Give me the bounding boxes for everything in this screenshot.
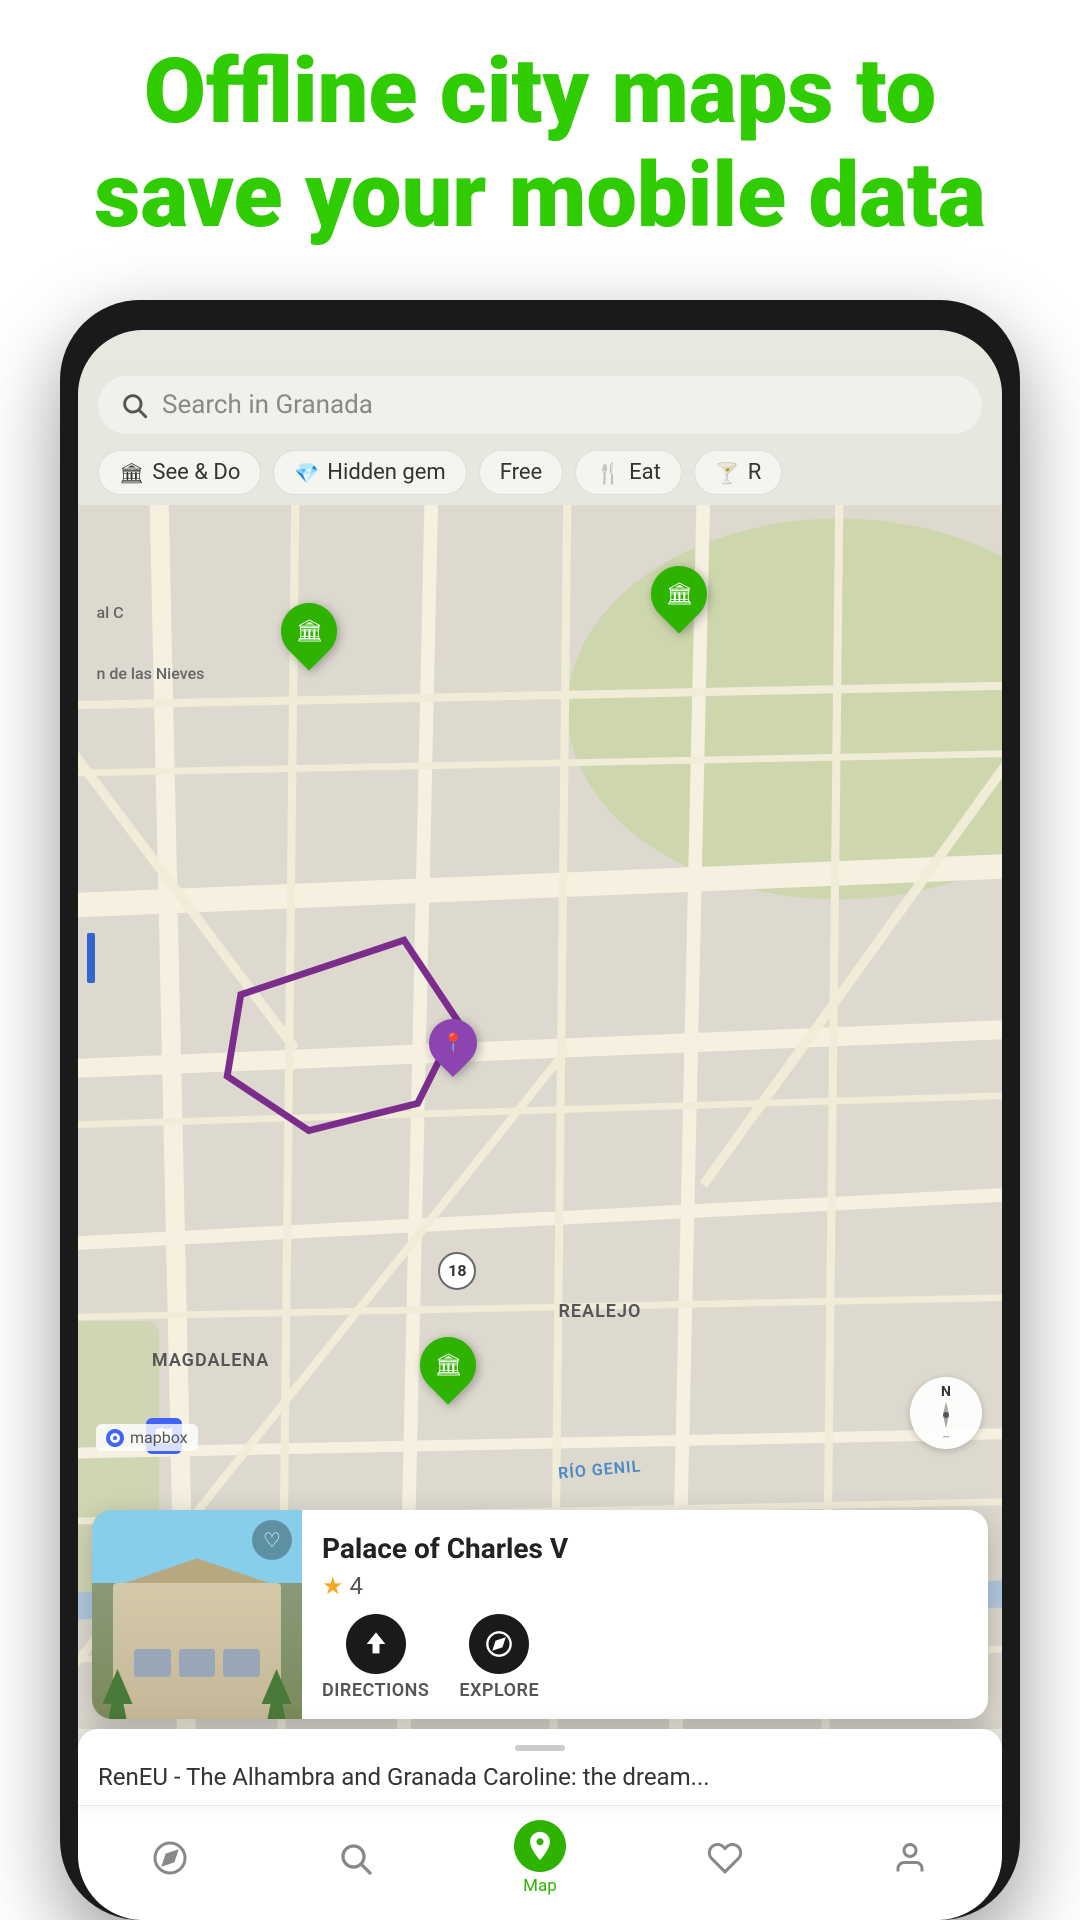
status-bar [78,330,1002,366]
map-pin-2[interactable]: 🏛 [651,566,707,622]
directions-button[interactable]: DIRECTIONS [322,1614,429,1701]
bottom-sheet[interactable]: RenEU - The Alhambra and Granada Carolin… [78,1729,1002,1805]
mapbox-icon [106,1429,124,1447]
chip-see-do-icon: 🏛 [119,461,144,485]
nav-map-label: Map [523,1876,557,1896]
map-area[interactable]: 🏛 🏛 📍 🏛 18 [78,505,1002,1729]
street-name-al: al C [96,603,123,622]
map-pin-3[interactable]: 📍 [429,1019,477,1067]
star-icon: ★ [322,1572,344,1600]
compass-minus: — [931,1433,961,1443]
nav-map-icon-bg [514,1820,566,1872]
search-bar[interactable]: Search in Granada [98,376,982,434]
search-placeholder-text: Search in Granada [162,390,960,420]
chip-drink-label: R [748,460,762,485]
heart-nav-icon [707,1840,743,1876]
pin-icon-3: 📍 [442,1033,464,1054]
nav-item-profile[interactable] [817,1832,1002,1884]
chip-free[interactable]: Free [479,450,563,495]
map-label-magdalena: MAGDALENA [152,1350,269,1371]
chip-see-do[interactable]: 🏛 See & Do [98,450,261,495]
compass: N — [910,1377,982,1449]
explore-label: EXPLORE [459,1680,539,1701]
phone-frame: Search in Granada 🏛 See & Do 💎 Hidden ge… [60,300,1020,1920]
street-name-nieves: n de las Nieves [96,664,204,683]
nav-favorites-icon [699,1832,751,1884]
mapbox-logo: mapbox [96,1424,198,1451]
nav-search-icon [329,1832,381,1884]
mapbox-text: mapbox [130,1428,188,1447]
nav-item-explore[interactable] [78,1832,263,1884]
header-line1: Offline city maps to [144,39,936,144]
pin-icon-1: 🏛 [295,618,323,643]
chip-eat-label: Eat [629,460,661,485]
chip-eat[interactable]: 🍴 Eat [575,450,682,495]
nav-item-map[interactable]: Map [448,1820,633,1896]
compass-nav-icon [152,1840,188,1876]
directions-icon-circle [346,1614,406,1674]
map-pin-4[interactable]: 🏛 [420,1337,476,1393]
place-card[interactable]: ♡ Palace of Charles V ★ 4 [92,1510,988,1719]
search-nav-icon [337,1840,373,1876]
building-windows [134,1649,260,1677]
explore-icon-circle [469,1614,529,1674]
chip-drink[interactable]: 🍸 R [694,450,782,495]
place-card-actions: DIRECTIONS EXPLORE [322,1614,968,1701]
compass-needle-svg [931,1400,961,1430]
place-card-info: Palace of Charles V ★ 4 [302,1510,988,1719]
nav-item-search[interactable] [263,1832,448,1884]
map-pin-1[interactable]: 🏛 [281,603,337,659]
explore-button[interactable]: EXPLORE [459,1614,539,1701]
person-nav-icon [892,1840,928,1876]
place-card-title: Palace of Charles V [322,1532,968,1566]
chip-hidden-gem[interactable]: 💎 Hidden gem [273,450,466,495]
phone-screen: Search in Granada 🏛 See & Do 💎 Hidden ge… [78,330,1002,1920]
map-nav-icon [523,1829,557,1863]
place-card-image: ♡ [92,1510,302,1719]
chip-hidden-gem-icon: 💎 [294,461,319,485]
header-section: Offline city maps to save your mobile da… [0,40,1080,247]
explore-icon [485,1630,513,1658]
blue-marker [87,933,95,983]
nav-explore-icon [144,1832,196,1884]
bottom-nav: Map [78,1805,1002,1920]
compass-north: N [931,1384,961,1400]
rating-number: 4 [350,1572,364,1600]
chip-hidden-gem-label: Hidden gem [327,460,445,485]
search-bar-container: Search in Granada [78,366,1002,442]
map-label-realejo: REALEJO [558,1301,641,1322]
bottom-sheet-handle [515,1745,565,1751]
chip-see-do-label: See & Do [152,460,240,485]
nav-profile-icon [884,1832,936,1884]
directions-icon [362,1630,390,1658]
chip-eat-icon: 🍴 [596,461,621,485]
compass-inner: N — [931,1384,961,1443]
nav-item-favorites[interactable] [632,1832,817,1884]
pin-icon-2: 🏛 [665,582,693,607]
place-card-rating: ★ 4 [322,1572,968,1600]
header-title: Offline city maps to save your mobile da… [60,40,1020,247]
pin-icon-4: 🏛 [434,1353,462,1378]
chip-free-label: Free [500,460,542,485]
num-badge-18: 18 [438,1252,476,1290]
filter-chips-row: 🏛 See & Do 💎 Hidden gem Free 🍴 Eat 🍸 R [78,442,1002,505]
bottom-sheet-text: RenEU - The Alhambra and Granada Carolin… [98,1763,982,1791]
chip-drink-icon: 🍸 [715,461,740,485]
directions-label: DIRECTIONS [322,1680,429,1701]
search-icon [120,391,148,419]
header-line2: save your mobile data [94,143,985,248]
